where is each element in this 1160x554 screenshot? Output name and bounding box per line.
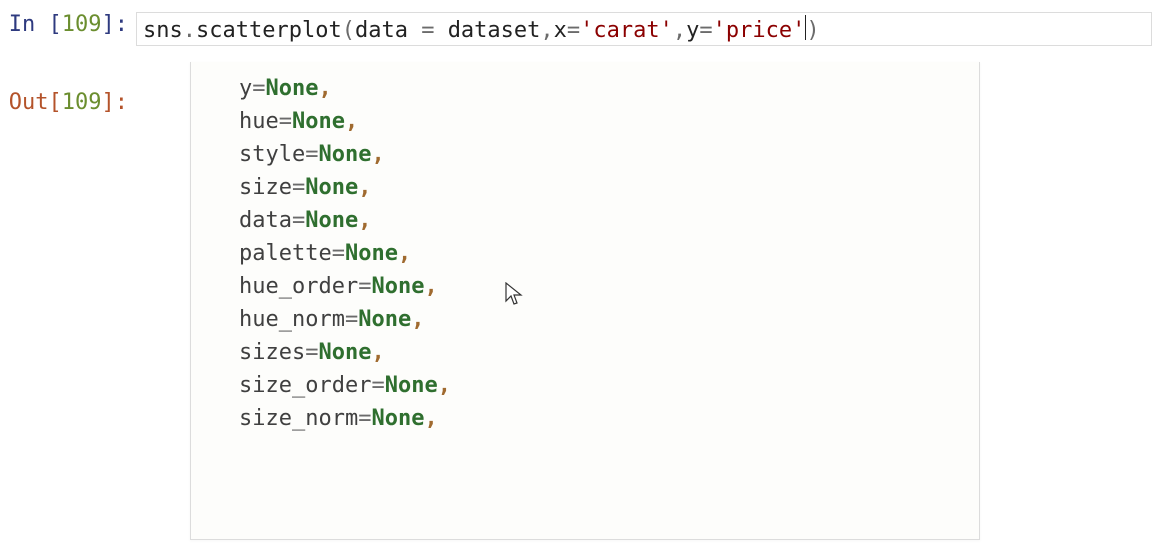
param-name: size_order — [239, 373, 371, 398]
comma: , — [358, 208, 371, 233]
equals-sign: = — [358, 406, 371, 431]
equals-sign: = — [292, 175, 305, 200]
in-prefix: In — [9, 12, 49, 37]
out-prefix: Out — [9, 90, 49, 115]
param-name: size_norm — [239, 406, 358, 431]
param-name: hue_order — [239, 274, 358, 299]
param-name: sizes — [239, 340, 305, 365]
param-value: None — [305, 208, 358, 233]
param-name: size — [239, 175, 292, 200]
comma: , — [371, 142, 384, 167]
param-value: None — [318, 142, 371, 167]
param-line: hue_norm=None, — [191, 303, 979, 336]
exec-count-in: 109 — [62, 12, 102, 37]
param-name: hue_norm — [239, 307, 345, 332]
param-name: palette — [239, 241, 332, 266]
comma: , — [371, 340, 384, 365]
param-value: None — [385, 373, 438, 398]
equals-sign: = — [345, 307, 358, 332]
equals-sign: = — [279, 109, 292, 134]
jupyter-notebook: In [109]: sns.scatterplot(data = dataset… — [0, 0, 1160, 554]
equals-sign: = — [305, 340, 318, 365]
param-value: None — [371, 406, 424, 431]
param-value: None — [292, 109, 345, 134]
param-value: None — [266, 76, 319, 101]
param-line: size_norm=None, — [191, 402, 979, 435]
param-name: data — [239, 208, 292, 233]
param-name: style — [239, 142, 305, 167]
input-cell: In [109]: sns.scatterplot(data = dataset… — [0, 10, 1160, 48]
param-value: None — [358, 307, 411, 332]
comma: , — [398, 241, 411, 266]
comma: , — [438, 373, 451, 398]
output-prompt: Out[109]: — [8, 90, 136, 115]
comma: , — [345, 109, 358, 134]
param-value: None — [305, 175, 358, 200]
param-line: y=None, — [191, 72, 979, 105]
equals-sign: = — [252, 76, 265, 101]
param-name: y — [239, 76, 252, 101]
equals-sign: = — [292, 208, 305, 233]
param-line: sizes=None, — [191, 336, 979, 369]
comma: , — [411, 307, 424, 332]
param-line: hue_order=None, — [191, 270, 979, 303]
comma: , — [358, 175, 371, 200]
param-value: None — [371, 274, 424, 299]
param-line: size_order=None, — [191, 369, 979, 402]
comma: , — [424, 274, 437, 299]
param-line: palette=None, — [191, 237, 979, 270]
equals-sign: = — [371, 373, 384, 398]
equals-sign: = — [332, 241, 345, 266]
param-name: hue — [239, 109, 279, 134]
signature-tooltip[interactable]: y=None,hue=None,style=None,size=None,dat… — [190, 62, 980, 540]
param-line: size=None, — [191, 171, 979, 204]
code-token: sns — [143, 18, 183, 43]
comma: , — [424, 406, 437, 431]
param-value: None — [318, 340, 371, 365]
code-input[interactable]: sns.scatterplot(data = dataset,x='carat'… — [136, 12, 1152, 46]
equals-sign: = — [358, 274, 371, 299]
input-prompt: In [109]: — [8, 12, 136, 37]
equals-sign: = — [305, 142, 318, 167]
comma: , — [318, 76, 331, 101]
exec-count-out: 109 — [62, 90, 102, 115]
param-list: y=None,hue=None,style=None,size=None,dat… — [191, 72, 979, 435]
param-line: data=None, — [191, 204, 979, 237]
param-line: style=None, — [191, 138, 979, 171]
param-value: None — [345, 241, 398, 266]
param-line: hue=None, — [191, 105, 979, 138]
